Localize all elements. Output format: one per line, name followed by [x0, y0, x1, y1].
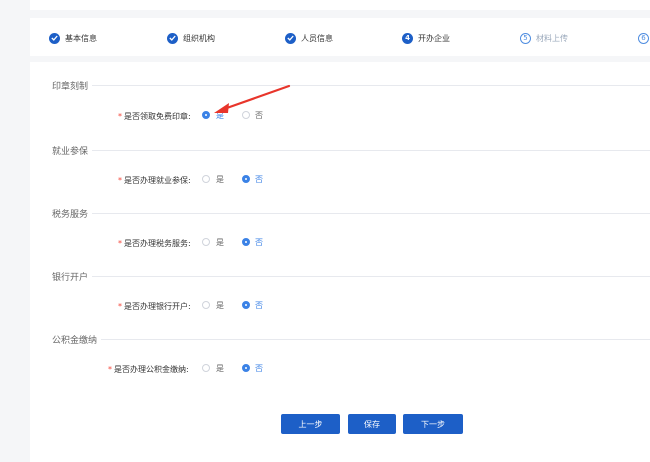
option-yes-label: 是: [216, 301, 224, 310]
previous-step-button[interactable]: 上一步: [281, 414, 340, 434]
check-circle-icon: [49, 32, 60, 44]
step-label: 人员信息: [301, 33, 333, 43]
radio-bank-account-yes[interactable]: [202, 301, 210, 309]
check-circle-icon: [167, 32, 178, 44]
question-employment-insurance: * 是否办理就业参保:: [118, 175, 191, 186]
question-text: 是否办理就业参保:: [124, 176, 191, 185]
radio-tax-service-yes[interactable]: [202, 238, 210, 246]
radio-employment-insurance-no[interactable]: [242, 175, 250, 183]
section-divider: [52, 150, 650, 151]
option-yes-label: 是: [216, 111, 224, 120]
option-no-label: 否: [255, 111, 263, 120]
check-circle-icon: [285, 32, 296, 44]
option-no-label: 否: [255, 364, 263, 373]
question-text: 是否办理公积金缴纳:: [114, 365, 189, 374]
option-yes-label: 是: [216, 364, 224, 373]
section-divider: [52, 276, 650, 277]
required-mark: *: [118, 239, 122, 248]
question-text: 是否办理税务服务:: [124, 239, 191, 248]
step-open-business[interactable]: 4 开办企业: [402, 31, 450, 45]
section-title-housing-fund: 公积金缴纳: [52, 333, 102, 346]
step-number-icon: 5: [520, 32, 531, 44]
step-basic-info[interactable]: 基本信息: [49, 31, 97, 45]
step-label: 基本信息: [65, 33, 97, 43]
progress-steps: 基本信息 组织机构 人员信息 4 开办企业 5 材料上传 6: [30, 18, 650, 56]
step-number-icon: 4: [402, 32, 413, 44]
step-label: 材料上传: [536, 33, 568, 43]
option-no-label: 否: [255, 175, 263, 184]
section-title-seal: 印章刻制: [52, 79, 93, 92]
radio-employment-insurance-yes[interactable]: [202, 175, 210, 183]
radio-housing-fund-yes[interactable]: [202, 364, 210, 372]
required-mark: *: [118, 302, 122, 311]
top-panel-edge: [30, 0, 650, 10]
option-no-label: 否: [255, 238, 263, 247]
step-personnel-info[interactable]: 人员信息: [285, 31, 333, 45]
section-divider: [52, 339, 650, 340]
required-mark: *: [118, 176, 122, 185]
question-bank-account: * 是否办理银行开户:: [118, 301, 191, 312]
step-material-upload[interactable]: 5 材料上传: [520, 31, 568, 45]
next-step-button[interactable]: 下一步: [403, 414, 463, 434]
question-text: 是否领取免费印章:: [124, 112, 191, 121]
section-title-tax-service: 税务服务: [52, 207, 93, 220]
radio-tax-service-no[interactable]: [242, 238, 250, 246]
section-divider: [52, 85, 650, 86]
step-number-icon: 6: [638, 32, 649, 44]
option-yes-label: 是: [216, 175, 224, 184]
step-label: 组织机构: [183, 33, 215, 43]
step-label: 开办企业: [418, 33, 450, 43]
question-free-seal: * 是否领取免费印章:: [118, 111, 191, 122]
radio-housing-fund-no[interactable]: [242, 364, 250, 372]
section-title-bank-account: 银行开户: [52, 270, 93, 283]
option-yes-label: 是: [216, 238, 224, 247]
section-title-employment-insurance: 就业参保: [52, 144, 93, 157]
form-panel: 印章刻制 * 是否领取免费印章: 是 否 就业参保 * 是否办理就业参保: 是 否 …: [30, 62, 650, 462]
radio-free-seal-no[interactable]: [242, 111, 250, 119]
question-text: 是否办理银行开户:: [124, 302, 191, 311]
step-organization[interactable]: 组织机构: [167, 31, 215, 45]
option-no-label: 否: [255, 301, 263, 310]
radio-bank-account-no[interactable]: [242, 301, 250, 309]
required-mark: *: [108, 365, 112, 374]
step-six[interactable]: 6: [638, 31, 649, 45]
radio-free-seal-yes[interactable]: [202, 111, 210, 119]
section-divider: [52, 213, 650, 214]
question-tax-service: * 是否办理税务服务:: [118, 238, 191, 249]
required-mark: *: [118, 112, 122, 121]
save-button[interactable]: 保存: [348, 414, 396, 434]
question-housing-fund: * 是否办理公积金缴纳:: [108, 364, 189, 375]
